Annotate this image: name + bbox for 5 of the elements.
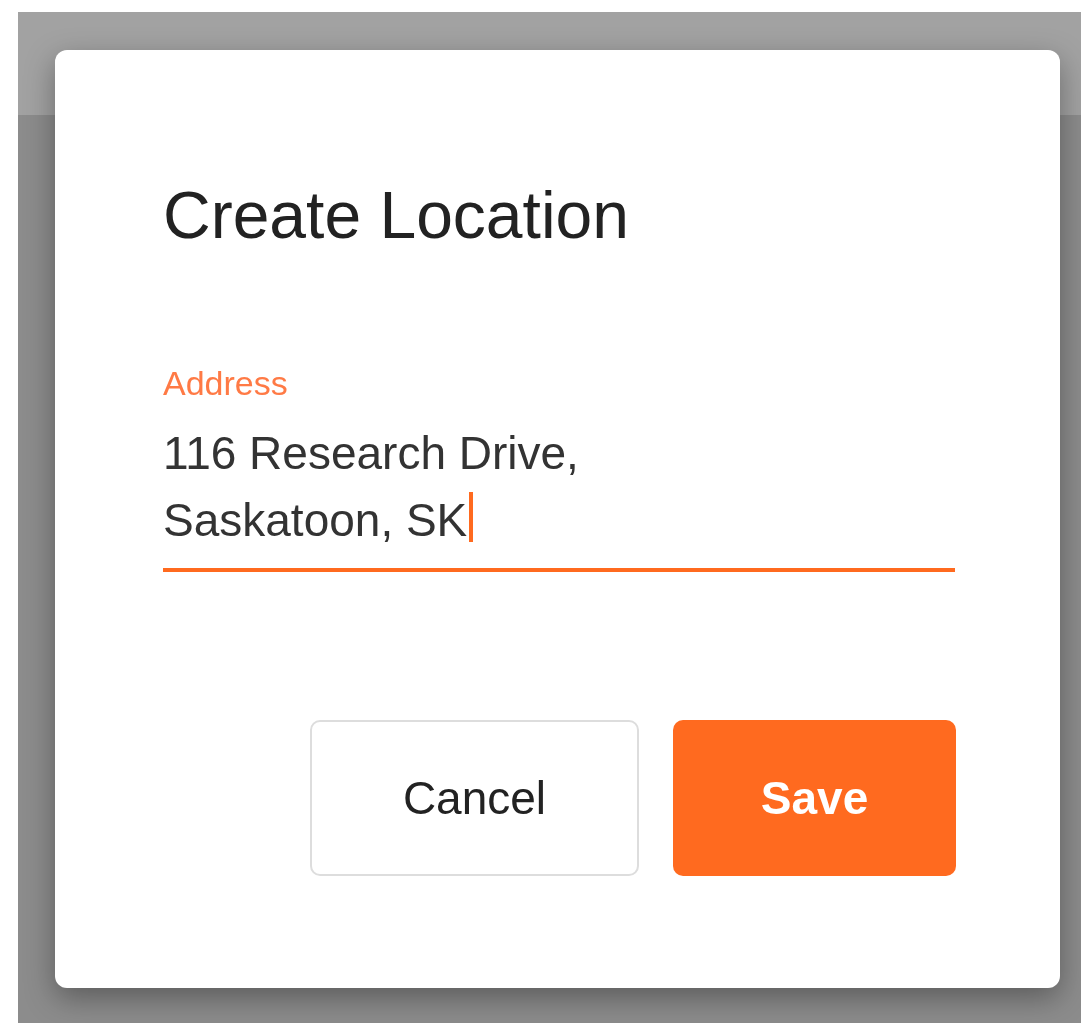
field-label: Address (163, 366, 289, 400)
cancel-button[interactable]: Cancel (310, 720, 639, 876)
dialog-title: Create Location (163, 182, 630, 248)
address-field[interactable]: 116 Research Drive, Saskatoon, SK (163, 420, 955, 572)
text-cursor (469, 492, 474, 542)
